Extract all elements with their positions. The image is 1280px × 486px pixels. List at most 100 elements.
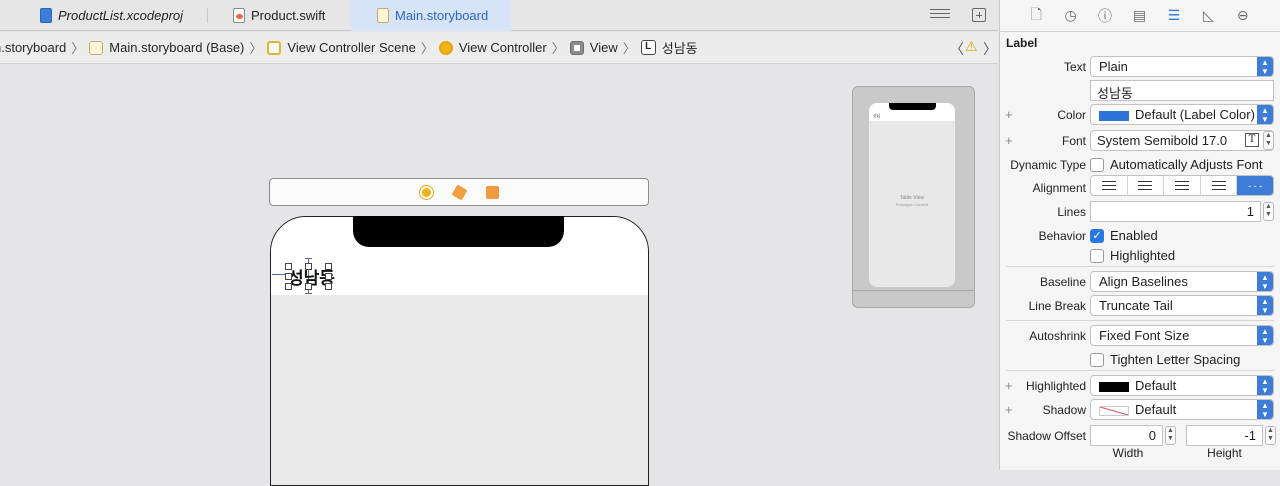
size-inspector-icon[interactable]: ◺ — [1199, 7, 1217, 24]
breadcrumb-item[interactable]: View Controller Scene — [267, 40, 416, 55]
add-editor-icon[interactable] — [972, 8, 986, 22]
height-caption: Height — [1207, 446, 1242, 460]
next-issue-icon[interactable]: 〉 — [983, 39, 997, 59]
breadcrumb-item[interactable]: n.storyboard — [0, 40, 66, 55]
tab-label: Product.swift — [251, 8, 326, 23]
lines-row: Lines 1 ▲ ▼ — [1000, 201, 1280, 223]
scene-icon — [267, 40, 282, 55]
add-variation-icon[interactable]: + — [1005, 402, 1013, 417]
breadcrumb-item[interactable]: L 성남동 — [640, 38, 698, 57]
height-stepper[interactable]: ▲ ▼ — [1265, 426, 1276, 445]
align-justify-icon — [1201, 176, 1238, 195]
checkmark-icon: ✓ — [1090, 228, 1104, 243]
file-inspector-icon[interactable]: 🗋 — [1027, 4, 1045, 28]
identity-inspector-icon[interactable]: ▤ — [1130, 7, 1148, 24]
tab-productlist-xcodeproj[interactable]: ProductList.xcodeproj — [40, 0, 183, 31]
highlighted-color-popup[interactable]: Default ▲ ▼ — [1090, 375, 1274, 396]
thumbnail-notch — [889, 103, 936, 110]
label-icon: L — [640, 40, 656, 55]
tab-label: ProductList.xcodeproj — [58, 8, 184, 23]
tab-label: Main.storyboard — [395, 8, 489, 23]
font-field[interactable]: System Semibold 17.0 T ▲ ▼ — [1090, 130, 1274, 151]
text-row: Text Plain ▲ ▼ — [1000, 56, 1280, 78]
line-break-row: Line Break Truncate Tail ▲ ▼ — [1000, 295, 1280, 317]
chevron-right-icon: 〉 — [622, 41, 636, 56]
help-inspector-icon[interactable]: ⓘ — [1096, 6, 1114, 26]
section-title: Label — [1006, 36, 1038, 50]
view-icon — [569, 40, 584, 55]
font-size-stepper: ▲ ▼ — [1263, 131, 1274, 150]
view-controller-icon — [438, 40, 453, 55]
warning-icon[interactable]: ⚠ — [965, 38, 978, 55]
thumbnail-title: Table View — [899, 195, 925, 201]
baseline-row: Baseline Align Baselines ▲ ▼ — [1000, 271, 1280, 293]
shadow-color-popup[interactable]: Default ▲ ▼ — [1090, 399, 1274, 420]
line-break-popup[interactable]: Truncate Tail ▲ ▼ — [1090, 295, 1274, 316]
popup-arrows-icon: ▲ ▼ — [1257, 296, 1273, 315]
tighten-letter-spacing-checkbox[interactable]: Tighten Letter Spacing — [1090, 352, 1240, 367]
no-color-swatch — [1099, 405, 1129, 416]
enabled-checkbox[interactable]: ✓ Enabled — [1090, 228, 1158, 243]
auto-adjust-font-checkbox[interactable]: Automatically Adjusts Font — [1090, 157, 1262, 172]
breadcrumb-item[interactable]: Main.storyboard (Base) — [89, 40, 244, 55]
autoshrink-popup[interactable]: Fixed Font Size ▲ ▼ — [1090, 325, 1274, 346]
view-controller-icon[interactable] — [419, 185, 433, 199]
connections-inspector-icon[interactable]: ⊖ — [1234, 7, 1252, 24]
tab-product-swift[interactable]: Product.swift — [233, 0, 325, 31]
editor-options-icon[interactable] — [930, 8, 950, 22]
popup-arrows-icon: ▲ ▼ — [1257, 272, 1273, 291]
first-responder-icon[interactable] — [451, 184, 467, 200]
color-row: + Color Default (Label Color) ▲ ▼ — [1000, 104, 1280, 126]
jump-bar: n.storyboard 〉 Main.storyboard (Base) 〉 … — [0, 32, 998, 64]
popup-arrows-icon: ▲ ▼ — [1257, 400, 1273, 419]
lines-field[interactable]: 1 — [1090, 201, 1261, 222]
color-swatch — [1099, 381, 1129, 392]
autoshrink-row: Autoshrink Fixed Font Size ▲ ▼ — [1000, 325, 1280, 347]
dynamic-type-row: Dynamic Type Automatically Adjusts Font — [1010, 157, 1263, 172]
scene-dock[interactable] — [269, 178, 649, 206]
breadcrumb-item[interactable]: View Controller — [438, 40, 547, 55]
popup-arrows-icon: ▲ ▼ — [1257, 105, 1273, 124]
swift-file-icon — [233, 8, 245, 23]
align-left-icon — [1091, 176, 1128, 195]
align-center-icon — [1128, 176, 1165, 195]
shadow-offset-width-field[interactable]: 0 — [1090, 425, 1163, 446]
text-content-field[interactable]: 성남동 — [1090, 80, 1274, 101]
chevron-right-icon: 〉 — [551, 41, 565, 56]
xcodeproj-icon — [40, 8, 52, 23]
width-caption: Width — [1112, 446, 1144, 460]
thumbnail-screen: 성남 Table View Prototype Content — [869, 103, 955, 287]
highlighted-color-row: + Highlighted Default ▲ ▼ — [1000, 375, 1280, 397]
behavior-row: Behavior ✓ Enabled — [1038, 228, 1158, 243]
baseline-popup[interactable]: Align Baselines ▲ ▼ — [1090, 271, 1274, 292]
shadow-row: + Shadow Default ▲ ▼ — [1000, 399, 1280, 421]
color-swatch — [1099, 110, 1129, 121]
device-notch — [353, 216, 564, 247]
attributes-inspector-icon[interactable]: ☰ — [1165, 7, 1183, 24]
align-right-icon — [1164, 176, 1201, 195]
view-controller-canvas[interactable] — [270, 216, 649, 486]
popup-arrows-icon: ▲ ▼ — [1257, 57, 1273, 76]
history-inspector-icon[interactable]: ◷ — [1062, 7, 1080, 24]
add-variation-icon[interactable]: + — [1005, 378, 1013, 393]
highlighted-checkbox[interactable]: Highlighted — [1090, 248, 1175, 263]
breadcrumb-item[interactable]: View — [569, 40, 618, 55]
exit-icon[interactable] — [485, 185, 499, 199]
add-variation-icon[interactable]: + — [1005, 107, 1013, 122]
previous-issue-icon[interactable]: 〈 — [950, 39, 964, 59]
alignment-segmented-control[interactable]: - - - — [1090, 175, 1274, 196]
width-stepper[interactable]: ▲ ▼ — [1165, 426, 1176, 445]
tab-main-storyboard[interactable]: Main.storyboard — [351, 0, 511, 31]
chevron-right-icon: 〉 — [249, 41, 263, 56]
storyboard-icon — [377, 8, 389, 23]
shadow-offset-height-field[interactable]: -1 — [1186, 425, 1263, 446]
text-type-popup[interactable]: Plain ▲ ▼ — [1090, 56, 1274, 77]
alignment-row: Alignment - - - — [1000, 175, 1280, 197]
add-variation-icon[interactable]: + — [1005, 133, 1013, 148]
popup-arrows-icon: ▲ ▼ — [1257, 326, 1273, 345]
lines-stepper[interactable]: ▲ ▼ — [1263, 202, 1274, 221]
chevron-right-icon: 〉 — [420, 41, 434, 56]
popup-arrows-icon: ▲ ▼ — [1257, 376, 1273, 395]
shadow-offset-row: Shadow Offset 0 ▲ ▼ -1 ▲ ▼ — [1000, 425, 1280, 447]
color-popup[interactable]: Default (Label Color) ▲ ▼ — [1090, 104, 1274, 125]
